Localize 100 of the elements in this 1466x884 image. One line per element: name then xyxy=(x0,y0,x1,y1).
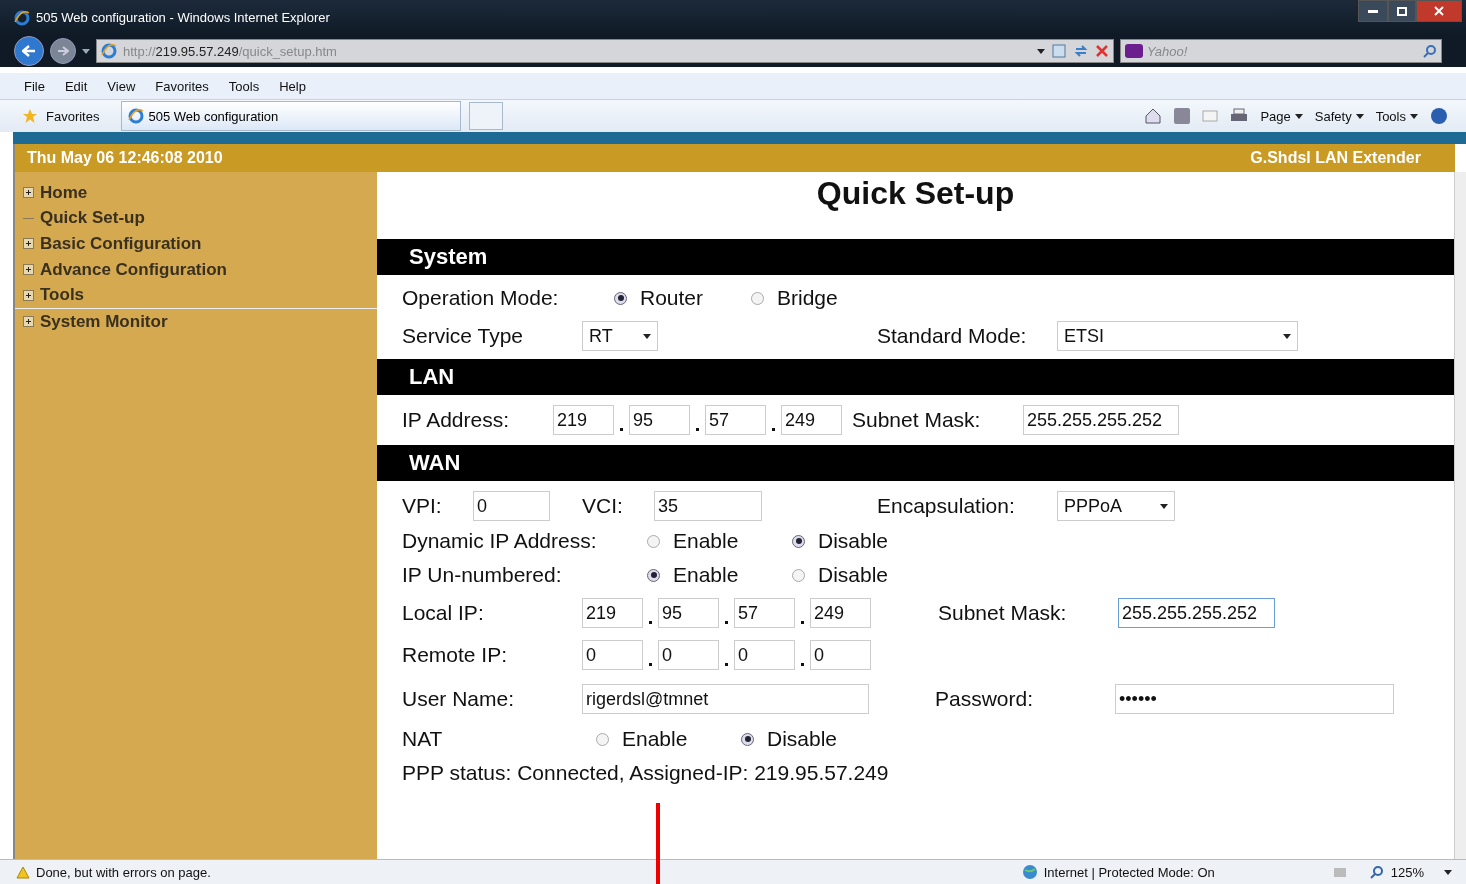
caret-icon xyxy=(82,48,90,54)
ip-octet-field[interactable]: 0 xyxy=(810,640,871,670)
sidebar-item[interactable]: Home xyxy=(15,180,377,206)
field-label: Password: xyxy=(935,687,1035,711)
section-heading: WAN xyxy=(377,445,1454,481)
sidebar-item[interactable]: Tools xyxy=(15,282,377,308)
radio-option[interactable]: Enable xyxy=(596,727,741,751)
restore-icon xyxy=(1397,6,1407,16)
caret-icon xyxy=(1037,48,1045,54)
radio-option[interactable]: Disable xyxy=(792,529,912,553)
maximize-button[interactable] xyxy=(1388,0,1416,22)
ip-octet-field[interactable]: 249 xyxy=(781,405,842,435)
dot-separator-icon xyxy=(725,621,728,624)
star-icon xyxy=(22,108,38,124)
window-title: 505 Web configuration - Windows Internet Explorer xyxy=(36,10,330,25)
command-menu[interactable]: Page xyxy=(1260,108,1291,124)
menu-item[interactable]: File xyxy=(24,78,45,94)
sidebar-item[interactable]: Quick Set-up xyxy=(15,205,377,232)
dot-separator-icon xyxy=(725,663,728,666)
dropdown[interactable]: RT xyxy=(582,321,658,351)
ip-octet-field[interactable]: 0 xyxy=(658,640,719,670)
favorites-button[interactable]: Favorites xyxy=(46,108,100,124)
command-menu[interactable]: Safety xyxy=(1314,108,1352,124)
password-field[interactable]: •••••• xyxy=(1115,684,1394,714)
ip-octet-field[interactable]: 95 xyxy=(658,598,719,628)
radio-option[interactable]: Enable xyxy=(647,529,792,553)
minimize-icon xyxy=(1368,9,1378,13)
ip-octet-field[interactable]: 57 xyxy=(734,598,795,628)
caret-icon xyxy=(1410,113,1418,119)
ip-octet-field[interactable]: 219 xyxy=(553,405,614,435)
ip-octet-field[interactable]: 0 xyxy=(734,640,795,670)
radio-option[interactable]: Bridge xyxy=(751,286,871,310)
dropdown[interactable]: ETSI xyxy=(1057,321,1298,351)
help-icon[interactable] xyxy=(1430,107,1448,125)
browser-logo-icon xyxy=(101,43,117,59)
warning-icon[interactable] xyxy=(16,865,30,879)
zoom-level[interactable]: 125% xyxy=(1390,864,1424,880)
product-name: G.Shdsl LAN Extender xyxy=(1250,149,1421,167)
field-label: Operation Mode: xyxy=(402,286,560,310)
menu-item[interactable]: Edit xyxy=(64,78,88,94)
radio-option[interactable]: Enable xyxy=(647,563,792,587)
browser-logo-icon xyxy=(128,108,145,124)
back-button[interactable] xyxy=(14,36,44,66)
section-heading: System xyxy=(377,239,1454,275)
menu-item[interactable]: View xyxy=(107,78,136,94)
forward-button[interactable] xyxy=(50,38,76,64)
caret-icon[interactable] xyxy=(1444,869,1452,875)
sidebar-item[interactable]: Basic Configuration xyxy=(15,231,377,257)
close-icon xyxy=(1434,6,1444,16)
browser-tab[interactable]: 505 Web configuration xyxy=(121,101,462,131)
ip-octet-field[interactable]: 0 xyxy=(582,640,643,670)
radio-option[interactable]: Disable xyxy=(741,727,861,751)
radio-option[interactable]: Disable xyxy=(792,563,912,587)
vci-field[interactable]: 35 xyxy=(654,491,762,521)
field-label: Dynamic IP Address: xyxy=(402,529,598,553)
browser-logo-icon xyxy=(14,9,30,26)
field-label: Encapsulation: xyxy=(877,494,1016,518)
dot-separator-icon xyxy=(620,428,623,431)
sidebar-item[interactable]: System Monitor xyxy=(15,308,377,335)
ip-octet-field[interactable]: 95 xyxy=(629,405,690,435)
subnet-mask-field[interactable]: 255.255.255.252 xyxy=(1023,405,1179,435)
field-label: Local IP: xyxy=(402,601,485,625)
vpi-field[interactable]: 0 xyxy=(473,491,550,521)
new-tab-button[interactable] xyxy=(469,102,504,130)
dot-separator-icon xyxy=(772,428,775,431)
radio-option[interactable]: Router xyxy=(614,286,751,310)
home-icon[interactable] xyxy=(1144,107,1163,125)
security-zone[interactable]: Internet | Protected Mode: On xyxy=(1043,864,1215,880)
subnet-mask-field[interactable]: 255.255.255.252 xyxy=(1118,598,1275,628)
ip-octet-field[interactable]: 57 xyxy=(705,405,766,435)
field-label: VCI: xyxy=(582,494,624,518)
minimize-button[interactable] xyxy=(1358,0,1388,22)
search-icon[interactable] xyxy=(1423,44,1437,58)
command-menu[interactable]: Tools xyxy=(1375,108,1406,124)
menu-item[interactable]: Help xyxy=(279,78,306,94)
url-text: http://219.95.57.249/quick_setup.htm xyxy=(123,43,337,59)
close-button[interactable] xyxy=(1416,0,1462,22)
field-label: IP Address: xyxy=(402,408,510,432)
scrollbar[interactable] xyxy=(1454,172,1466,859)
sidebar-item[interactable]: Advance Configuration xyxy=(15,256,377,283)
ppp-status-text: PPP status: Connected, Assigned-IP: 219.95.57.249 xyxy=(402,761,889,785)
dropdown[interactable]: PPPoA xyxy=(1057,491,1175,521)
menu-item[interactable]: Tools xyxy=(228,78,260,94)
dot-separator-icon xyxy=(649,663,652,666)
ip-octet-field[interactable]: 219 xyxy=(582,598,643,628)
page-title: Quick Set-up xyxy=(815,174,1016,213)
menu-item[interactable]: Favorites xyxy=(155,78,209,94)
caret-icon xyxy=(1355,113,1364,119)
field-label: NAT xyxy=(402,727,444,751)
field-label: Remote IP: xyxy=(402,643,509,667)
search-provider-icon xyxy=(1125,44,1143,58)
field-label: Standard Mode: xyxy=(877,324,1028,348)
stop-icon[interactable] xyxy=(1095,44,1109,58)
refresh-icon[interactable] xyxy=(1073,43,1089,59)
printer-icon[interactable] xyxy=(1230,108,1249,124)
address-field[interactable]: http://219.95.57.249/quick_setup.htm xyxy=(96,39,1114,63)
section-heading: LAN xyxy=(377,359,1454,395)
ip-octet-field[interactable]: 249 xyxy=(810,598,871,628)
user-name-field[interactable]: rigerdsl@tmnet xyxy=(582,684,869,714)
dot-separator-icon xyxy=(696,428,699,431)
